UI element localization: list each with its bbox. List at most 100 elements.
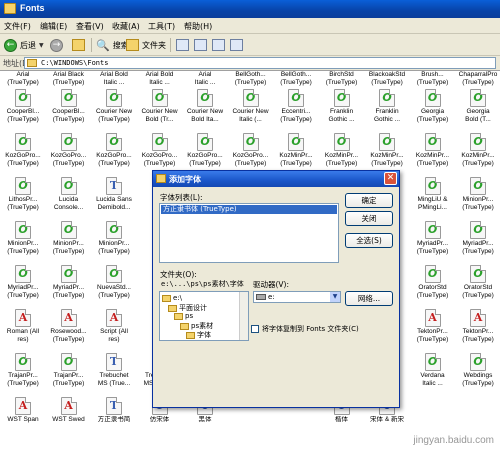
font-item[interactable]: O CooperBl... (TrueType) (46, 89, 92, 131)
tree-node-drive[interactable]: e:\ (162, 294, 182, 302)
font-item[interactable]: O KozGoPro... (TrueType) (46, 133, 92, 175)
menu-view[interactable]: 查看(V) (76, 21, 104, 32)
font-item-label: 楷体 (335, 416, 348, 423)
font-item[interactable]: O KozMinPr... (TrueType) (455, 133, 500, 175)
font-item[interactable]: O MinionPr... (TrueType) (46, 221, 92, 263)
font-item[interactable]: Arial Bold Italic ... (137, 71, 183, 89)
font-item[interactable]: O Georgia Bold (T... (455, 89, 500, 131)
font-item[interactable]: O Courier New Bold Ita... (182, 89, 228, 131)
font-item[interactable]: O MyriadPr... (TrueType) (46, 265, 92, 307)
font-item-label: (TrueType) (52, 292, 85, 299)
font-item[interactable]: T 方正隶书简 (91, 397, 137, 439)
font-item-label: KozGoPro... (232, 152, 269, 159)
font-item[interactable]: O Webdings (TrueType) (455, 353, 500, 395)
select-all-button[interactable]: 全选(S) (345, 233, 393, 248)
font-item[interactable]: O MinionPr... (TrueType) (0, 221, 46, 263)
font-item[interactable]: O Franklin Gothic ... (319, 89, 365, 131)
font-item[interactable]: O OratorStd (TrueType) (455, 265, 500, 307)
font-item[interactable]: O KozGoPro... (TrueType) (0, 133, 46, 175)
font-item[interactable]: Arial Italic ... (182, 71, 228, 89)
font-item[interactable]: O Georgia (TrueType) (410, 89, 456, 131)
font-item[interactable]: O KozMinPr... (TrueType) (410, 133, 456, 175)
tree-node-ps[interactable]: ps (174, 312, 193, 320)
back-button[interactable]: ← 后退 ▼ (4, 37, 44, 53)
close-icon[interactable]: ✕ (384, 172, 397, 185)
font-item[interactable]: A Rosewood... (TrueType) (46, 309, 92, 351)
font-item[interactable]: O TrajanPr... (TrueType) (0, 353, 46, 395)
font-item[interactable]: O KozGoPro... (TrueType) (228, 133, 274, 175)
view-similarity-button[interactable] (212, 37, 225, 53)
font-item[interactable]: O KozGoPro... (TrueType) (182, 133, 228, 175)
font-item[interactable]: BirchStd (TrueType) (319, 71, 365, 89)
font-item-label: Courier New (186, 108, 224, 115)
font-item[interactable]: O KozGoPro... (TrueType) (91, 133, 137, 175)
font-item[interactable]: O Courier New (TrueType) (91, 89, 137, 131)
font-item-label: Trebuchet (99, 372, 129, 379)
font-item[interactable]: A WST Span (0, 397, 46, 439)
font-list[interactable]: 方正隶书体 (TrueType) (159, 203, 339, 263)
view-large-icons-button[interactable] (176, 37, 189, 53)
tree-node-fonts[interactable]: 字体 (186, 330, 211, 340)
chevron-down-icon[interactable]: ▼ (330, 292, 340, 302)
font-item[interactable]: O MyriadPr... (TrueType) (0, 265, 46, 307)
font-item[interactable]: O LithosPr... (TrueType) (0, 177, 46, 219)
font-item[interactable]: O MingLiU & PMingLi... (410, 177, 456, 219)
ok-button[interactable]: 确定 (345, 193, 393, 208)
font-item[interactable]: Arial Bold Italic ... (91, 71, 137, 89)
folders-button[interactable]: 文件夹 (126, 37, 166, 53)
font-item[interactable]: BellGoth... (TrueType) (228, 71, 274, 89)
font-item[interactable]: A Roman (All res) (0, 309, 46, 351)
font-item[interactable]: O OratorStd (TrueType) (410, 265, 456, 307)
tree-scrollbar[interactable] (239, 292, 248, 340)
font-item[interactable]: O KozGoPro... (TrueType) (137, 133, 183, 175)
font-item[interactable]: O KozMinPr... (TrueType) (319, 133, 365, 175)
font-item[interactable]: A TektonPr... (TrueType) (455, 309, 500, 351)
address-input[interactable]: C:\WINDOWS\Fonts (24, 57, 496, 69)
menu-tools[interactable]: 工具(T) (148, 21, 175, 32)
network-button[interactable]: 网络... (345, 291, 393, 306)
font-item[interactable]: BlackoakStd (TrueType) (364, 71, 410, 89)
font-item[interactable]: O TrajanPr... (TrueType) (46, 353, 92, 395)
menu-file[interactable]: 文件(F) (4, 21, 31, 32)
opentype-font-icon: O (106, 265, 122, 283)
font-item[interactable]: BellGoth... (TrueType) (273, 71, 319, 89)
font-item[interactable]: O MinionPr... (TrueType) (455, 177, 500, 219)
menu-favorites[interactable]: 收藏(A) (112, 21, 140, 32)
font-item[interactable]: O MyriadPr... (TrueType) (455, 221, 500, 263)
font-item[interactable]: O NuevaStd... (TrueType) (91, 265, 137, 307)
font-item[interactable]: O Verdana Italic ... (410, 353, 456, 395)
font-item[interactable]: T Lucida Sans Demibold... (91, 177, 137, 219)
font-item[interactable]: Brush... (TrueType) (410, 71, 456, 89)
search-button[interactable]: 🔍 搜索 (96, 37, 129, 53)
font-item[interactable]: O Franklin Gothic ... (364, 89, 410, 131)
font-item[interactable]: T Trebuchet MS (True... (91, 353, 137, 395)
font-item[interactable]: A Script (All res) (91, 309, 137, 351)
font-item[interactable]: A TektonPr... (TrueType) (410, 309, 456, 351)
font-item[interactable]: ChaparralPro (TrueType) (455, 71, 500, 89)
font-item[interactable]: O CooperBl... (TrueType) (0, 89, 46, 131)
font-item[interactable]: Arial Black (TrueType) (46, 71, 92, 89)
drive-select[interactable]: e: ▼ (253, 291, 341, 303)
view-details-button[interactable] (230, 37, 243, 53)
forward-button[interactable]: → (50, 37, 63, 53)
close-button[interactable]: 关闭 (345, 211, 393, 226)
menu-edit[interactable]: 编辑(E) (40, 21, 67, 32)
copy-fonts-checkbox[interactable] (251, 325, 259, 333)
font-item[interactable]: A WST Swed (46, 397, 92, 439)
font-item[interactable]: O Lucida Console... (46, 177, 92, 219)
font-item[interactable]: O Courier New Italic (... (228, 89, 274, 131)
font-item[interactable]: O KozMinPr... (TrueType) (364, 133, 410, 175)
font-item[interactable]: O MinionPr... (TrueType) (91, 221, 137, 263)
opentype-font-icon: O (15, 89, 31, 107)
folder-tree[interactable]: e:\ 平面设计 ps ps素材 字体 (159, 291, 249, 341)
font-list-item-selected[interactable]: 方正隶书体 (TrueType) (161, 205, 337, 214)
font-item[interactable]: O Eccentri... (TrueType) (273, 89, 319, 131)
font-item[interactable]: Arial (TrueType) (0, 71, 46, 89)
font-item[interactable]: O MyriadPr... (TrueType) (410, 221, 456, 263)
font-item-label: (TrueType) (416, 248, 449, 255)
font-item[interactable]: O KozMinPr... (TrueType) (273, 133, 319, 175)
font-item[interactable]: O Courier New Bold (Tr... (137, 89, 183, 131)
up-button[interactable] (72, 37, 85, 53)
menu-help[interactable]: 帮助(H) (184, 21, 212, 32)
view-list-button[interactable] (194, 37, 207, 53)
